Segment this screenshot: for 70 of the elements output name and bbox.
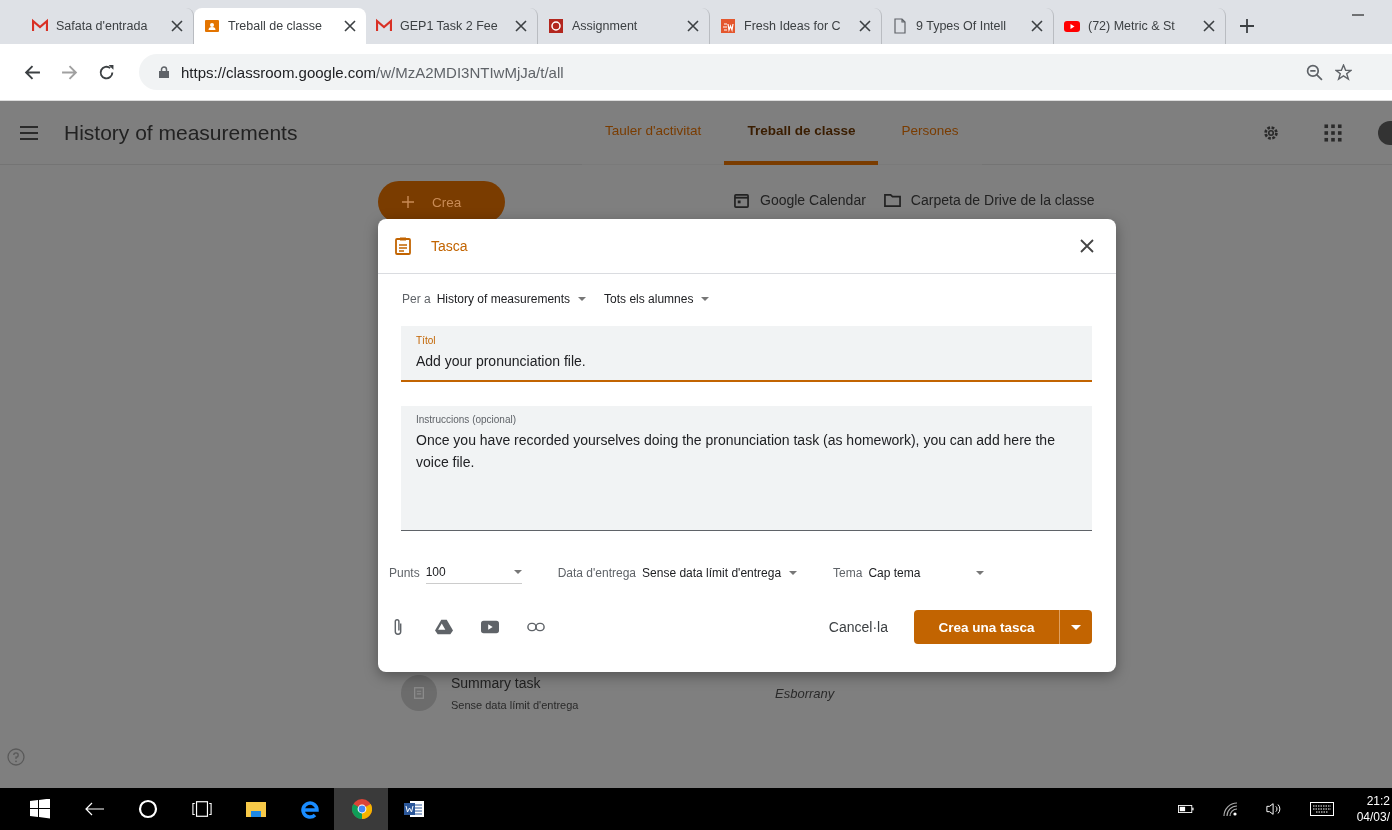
play-icon [1064,18,1080,34]
close-icon[interactable] [687,20,699,32]
close-icon[interactable] [1203,20,1215,32]
lock-icon [159,66,169,78]
settings-icon[interactable] [1262,123,1280,142]
topic-dropdown[interactable]: Cap tema [868,565,985,580]
mail-icon [32,18,48,34]
assignment-icon [401,675,437,711]
task-view-icon[interactable] [192,799,212,819]
task-due: Sense data límit d'entrega [451,699,580,711]
plus-icon [402,196,414,208]
title-field[interactable]: Títol Add your pronunciation file. [401,326,1092,382]
class-dropdown[interactable]: History of measurements [436,292,587,306]
clock-time[interactable]: 21:2 [1366,794,1390,808]
speaker-icon[interactable] [1266,801,1282,817]
star-icon[interactable] [1335,63,1352,81]
students-dropdown[interactable]: Tots els alumnes [604,292,710,306]
due-dropdown[interactable]: Sense data límit d'entrega [642,565,798,580]
browser-tab[interactable]: Treball de classe [194,8,366,44]
classroom-icon [204,18,220,34]
page-icon [892,18,908,34]
word-icon[interactable] [404,799,424,819]
logo-icon [720,18,736,34]
search-icon[interactable] [138,799,158,819]
windows-icon[interactable] [30,799,50,819]
mail-icon [376,18,392,34]
clock-date[interactable]: 04/03/ [1356,810,1390,824]
points-label: Punts [389,565,420,580]
close-icon[interactable] [171,20,183,32]
url-text: https://classroom.google.com/w/MzA2MDI3NTIwMjJa/t/all [181,63,564,81]
due-label: Data d'entrega [557,565,637,580]
dialog-title: Tasca [431,238,468,254]
folder-icon[interactable] [246,799,266,819]
address-bar[interactable]: https://classroom.google.com/w/MzA2MDI3NTIwMjJa/t/all [139,54,1392,90]
create-task-button[interactable]: Crea una tasca [914,610,1059,644]
topic-label: Tema [833,565,863,580]
task-title[interactable]: Summary task [451,675,771,691]
close-icon[interactable] [515,20,527,32]
reload-icon[interactable] [98,63,115,81]
keyboard-icon[interactable] [1310,801,1334,817]
cancel-button[interactable]: Cancel·la [828,611,888,643]
menu-icon[interactable] [20,123,38,142]
class-title: History of measurements [64,120,299,145]
zoom-out-icon[interactable] [1306,63,1323,81]
document-icon [548,18,564,34]
for-label: Per a [402,292,431,306]
nav-tab[interactable]: Treball de classe [724,100,879,165]
video-icon[interactable] [481,618,499,636]
browser-icon[interactable] [300,799,320,819]
chrome-icon[interactable] [352,799,372,819]
dropdown-button[interactable] [1059,610,1092,644]
drive-icon[interactable] [435,618,453,636]
close-icon[interactable] [344,20,356,32]
instructions-field[interactable]: Instruccions (opcional) Once you have recorded yourselves doing the pronunciation task (as homework), you can add here the voice file. [401,406,1092,531]
apps-icon[interactable] [1324,123,1342,142]
close-icon[interactable] [1031,20,1043,32]
forward-icon[interactable] [61,63,78,81]
clipboard-icon [395,237,411,255]
points-dropdown[interactable]: 100 [425,561,522,584]
back-icon[interactable] [24,63,41,81]
calendar-link[interactable]: Google Calendar [733,192,866,208]
task-status: Esborrany [775,685,835,701]
avatar[interactable] [1378,120,1392,145]
close-icon[interactable] [1080,239,1094,253]
new-tab-icon[interactable] [1240,19,1254,33]
drive-folder-link[interactable]: Carpeta de Drive de la classe [883,192,1095,208]
folder-icon [883,192,901,208]
close-icon[interactable] [859,20,871,32]
wifi-icon[interactable] [1222,801,1238,817]
calendar-icon [733,192,750,208]
